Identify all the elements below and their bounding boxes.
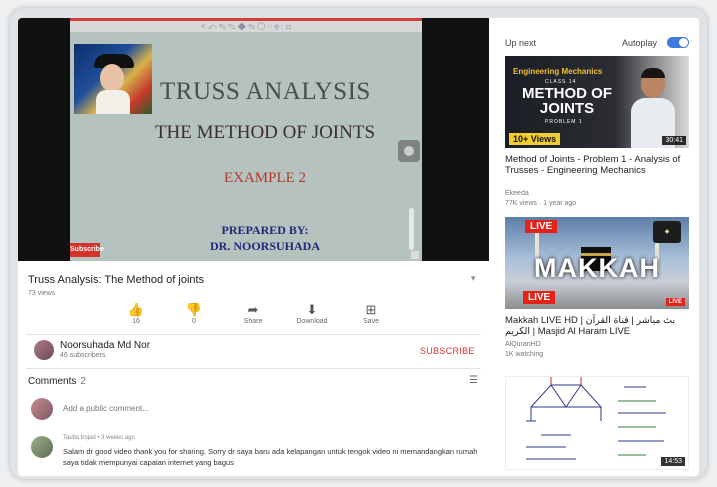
save-label: Save (363, 318, 379, 325)
thumbs-down-icon: 👎 (185, 302, 203, 317)
video-title: Truss Analysis: The Method of joints (28, 274, 205, 286)
thumbs-up-icon: 👍 (127, 302, 145, 317)
thumbnail-heading: Engineering Mechanics (513, 67, 603, 76)
related-video-meta: 77K views · 1 year ago (505, 200, 577, 207)
slide-content: < ⤺ ✎ ✎ ◆ ✎ ◯ ◌ ⊕ ⋮ ⊡ TRUSS ANALYSIS THE… (70, 18, 422, 261)
slide-subtitle: THE METHOD OF JOINTS (154, 122, 376, 143)
thumbnail-title: MAKKAH (534, 253, 660, 283)
slide-title: TRUSS ANALYSIS (160, 78, 371, 105)
share-button[interactable]: ➦ Share (233, 302, 273, 325)
floating-camera-icon[interactable] (398, 140, 420, 162)
autoplay-toggle[interactable] (667, 37, 689, 48)
subscribe-button[interactable]: SUBSCRIBE (420, 346, 475, 356)
channel-name[interactable]: Noorsuhada Md Nor (60, 340, 150, 351)
divider (26, 334, 481, 335)
slide-corner-button[interactable] (411, 251, 419, 259)
comments-heading[interactable]: Comments 2 (28, 376, 86, 387)
autoplay-label: Autoplay (622, 38, 658, 48)
share-icon: ➦ (247, 302, 259, 317)
comment-text: Salam dr good video thank you for sharin… (63, 447, 478, 467)
view-count: 73 views (28, 290, 56, 297)
video-thumbnail[interactable]: 14:53 (505, 376, 689, 470)
video-thumbnail[interactable]: Engineering Mechanics CLASS 14 METHOD OF… (505, 56, 689, 148)
related-video-meta: 1K watching (505, 351, 544, 358)
live-badge: LIVE (525, 220, 558, 233)
slide-toolbar[interactable]: < ⤺ ✎ ✎ ◆ ✎ ◯ ◌ ⊕ ⋮ ⊡ (70, 18, 422, 32)
related-video-channel: AlQuranHD (505, 341, 541, 348)
duration-badge: 30:41 (662, 136, 686, 145)
views-badge: 10+ Views (509, 133, 561, 145)
dislike-button[interactable]: 👎 0 (174, 302, 214, 325)
comment-author: Taufiq trojad • 3 weeks ago (63, 435, 135, 441)
slide-scrollbar[interactable] (409, 208, 414, 250)
up-next-label: Up next (505, 38, 537, 48)
video-thumbnail[interactable]: LIVE ◆ MAKKAH LIVE LIVE (505, 217, 689, 309)
toolbar-icons[interactable]: < ⤺ ✎ ✎ ◆ ✎ ◯ ◌ ⊕ ⋮ ⊡ (201, 22, 291, 32)
thumbnail-title: METHOD OF JOINTS (522, 85, 612, 117)
divider (26, 368, 481, 369)
subscribe-watermark: Subscribe (70, 243, 104, 257)
slide-example: EXAMPLE 2 (223, 170, 307, 186)
share-label: Share (243, 318, 263, 325)
comments-count: 2 (80, 376, 86, 387)
download-label: Download (296, 318, 328, 325)
video-player[interactable]: < ⤺ ✎ ✎ ◆ ✎ ◯ ◌ ⊕ ⋮ ⊡ TRUSS ANALYSIS THE… (18, 18, 489, 261)
app-screen: < ⤺ ✎ ✎ ◆ ✎ ◯ ◌ ⊕ ⋮ ⊡ TRUSS ANALYSIS THE… (18, 18, 699, 476)
like-button[interactable]: 👍 16 (116, 302, 156, 325)
user-avatar (31, 398, 53, 420)
dislike-count: 0 (192, 318, 196, 325)
expand-description-icon[interactable]: ▾ (471, 273, 476, 284)
save-icon: ⊞ (365, 302, 377, 317)
comments-label: Comments (28, 376, 77, 387)
save-button[interactable]: ⊞ Save (351, 302, 391, 325)
presenter-photo (74, 44, 152, 114)
add-comment-input[interactable]: Add a public comment... (63, 404, 149, 413)
live-label: LIVE (523, 291, 556, 304)
slide-author: DR. NOORSUHADA (209, 239, 320, 253)
channel-avatar[interactable] (34, 340, 54, 360)
sort-comments-icon[interactable]: ☰ (469, 375, 478, 386)
download-button[interactable]: ⬇ Download (292, 302, 332, 325)
like-count: 16 (132, 318, 140, 325)
commenter-avatar[interactable] (31, 436, 53, 458)
related-video-title[interactable]: Method of Joints - Problem 1 - Analysis … (505, 154, 689, 176)
duration-badge: 14:53 (661, 457, 685, 466)
related-video-channel: Ekeeda (505, 190, 529, 197)
subscriber-count: 46 subscribers (60, 352, 106, 359)
action-bar: 👍 16 👎 0 ➦ Share ⬇ Download ⊞ Save (106, 302, 406, 338)
thumbnail-problem: PROBLEM 1 (545, 119, 583, 125)
channel-logo: ◆ (653, 221, 681, 243)
slide-prepared-by: PREPARED BY: (221, 223, 309, 237)
related-video-title[interactable]: Makkah LIVE HD | بث مباشر | قناة القرآن … (505, 315, 689, 337)
live-duration-badge: LIVE (665, 298, 685, 306)
download-icon: ⬇ (306, 302, 318, 317)
